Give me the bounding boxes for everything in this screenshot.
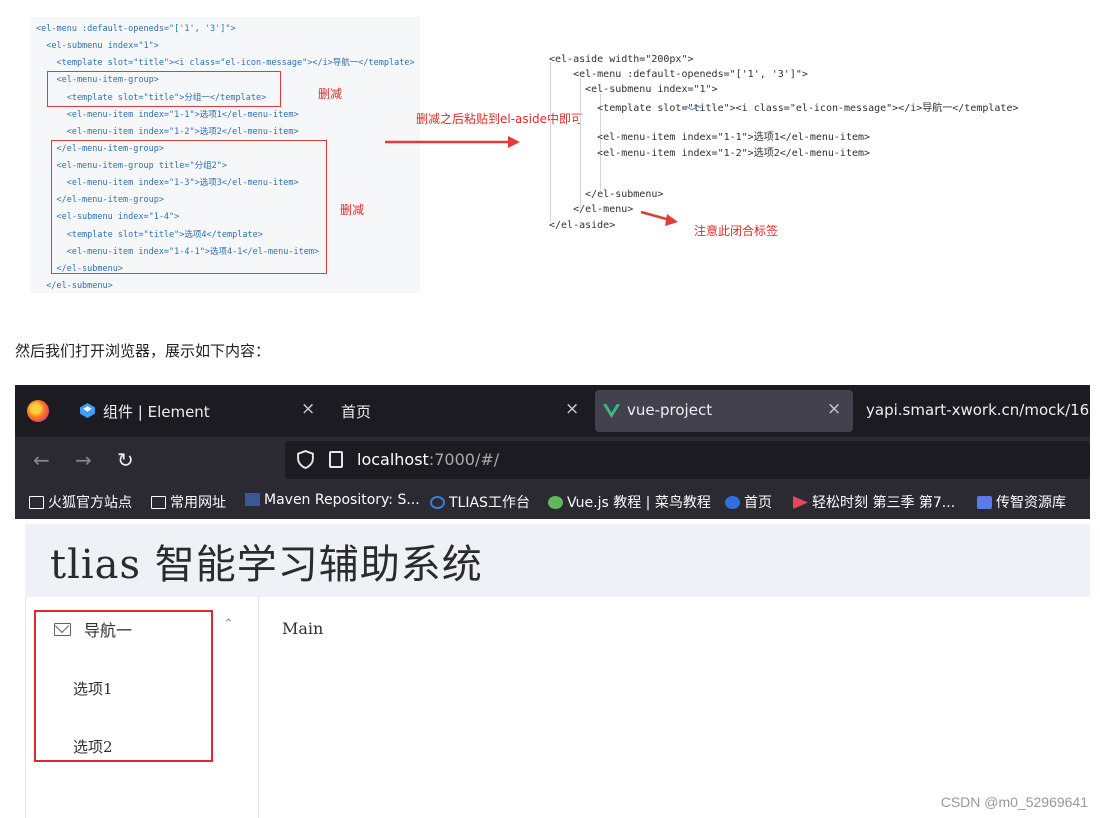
bookmark-maven[interactable]: Maven Repository: S... — [245, 492, 420, 508]
close-icon[interactable]: × — [565, 399, 579, 419]
code-line: <template slot="title"><i class="el-icon… — [36, 58, 415, 68]
watermark: CSDN @m0_52969641 — [940, 794, 1088, 810]
tlias-icon — [430, 496, 445, 509]
code-line: <el-submenu index="1"> — [549, 84, 718, 95]
close-icon[interactable]: × — [301, 399, 315, 419]
bookmark-video[interactable]: 轻松时刻 第三季 第7... — [793, 492, 955, 512]
url-path: :7000/#/ — [428, 450, 500, 469]
bookmark-label: 常用网址 — [170, 495, 226, 511]
delete-highlight-box — [51, 140, 327, 274]
firefox-logo-icon[interactable] — [27, 400, 49, 422]
bookmark-label: 首页 — [744, 495, 772, 511]
code-line: </el-submenu> — [36, 281, 113, 291]
el-main: Main — [282, 619, 324, 638]
bookmark-label: TLIAS工作台 — [449, 495, 530, 511]
tab-vue-project[interactable]: vue-project × — [595, 390, 853, 432]
page-icon — [329, 451, 343, 468]
video-icon — [793, 496, 808, 509]
tab-label: 首页 — [341, 403, 372, 421]
baidu-icon — [725, 496, 740, 509]
code-line: </el-menu> — [549, 204, 634, 215]
bookmark-label: 轻松时刻 第三季 第7... — [812, 495, 956, 511]
bookmark-label: 传智资源库 — [996, 495, 1066, 511]
close-tag-note: 注意此闭合标签 — [694, 224, 779, 238]
code-line: <el-aside width="200px"> — [549, 54, 694, 65]
bookmark-itheima[interactable]: 传智资源库 — [977, 492, 1066, 512]
shield-icon[interactable] — [297, 450, 314, 469]
bookmark-runoob[interactable]: Vue.js 教程 | 菜鸟教程 — [548, 492, 711, 512]
code-line: <el-menu :default-openeds="['1', '3']"> — [36, 24, 236, 34]
tab-yapi[interactable]: yapi.smart-xwork.cn/mock/1693 — [860, 390, 1090, 432]
code-line: <template slot="title"><i class="el-icon… — [549, 103, 1019, 114]
folder-icon — [151, 496, 166, 509]
code-line: <el-menu-item index="1-2">选项2</el-menu-i… — [549, 148, 871, 159]
delete-highlight-box — [47, 71, 281, 107]
element-logo-icon — [80, 403, 95, 418]
chevron-up-icon[interactable]: ⌃ — [223, 617, 234, 632]
runoob-icon — [548, 496, 563, 509]
navigation-bar: ← → ↻ localhost:7000/#/ — [15, 437, 1090, 484]
code-line: <el-menu-item index="1-2">选项2</el-menu-i… — [36, 127, 299, 137]
tab-element[interactable]: 组件 | Element × — [71, 390, 331, 432]
el-header: tlias 智能学习辅助系统 — [25, 524, 1090, 597]
bookmark-label: Maven Repository: S... — [264, 492, 420, 508]
bookmark-label: Vue.js 教程 | 菜鸟教程 — [567, 495, 711, 511]
tab-label: 组件 | Element — [103, 403, 210, 421]
code-line: <el-menu :default-openeds="['1', '3']"> — [549, 69, 808, 80]
forward-arrow-icon[interactable]: → — [75, 448, 92, 472]
tab-label: vue-project — [627, 401, 713, 419]
reload-icon[interactable]: ↻ — [117, 448, 134, 472]
code-line: </el-submenu> — [549, 189, 664, 200]
menu-highlight-box — [34, 610, 213, 762]
el-aside: 导航一 ⌃ 选项1 选项2 — [25, 597, 259, 818]
folder-icon — [29, 496, 44, 509]
delete-note: 删减 — [340, 203, 365, 217]
maven-icon — [245, 493, 260, 506]
code-line: <el-submenu index="1"> — [36, 41, 159, 51]
tab-label: yapi.smart-xwork.cn/mock/1693 — [866, 401, 1090, 419]
close-icon[interactable]: × — [827, 399, 841, 419]
tab-bar: 组件 | Element × 首页 × vue-project × yapi.s… — [15, 385, 1090, 437]
url-host: localhost — [357, 450, 429, 469]
page-title: tlias 智能学习辅助系统 — [50, 542, 483, 588]
page-content: tlias 智能学习辅助系统 导航一 ⌃ 选项1 选项2 Main — [25, 519, 1090, 818]
code-line: </el-aside> — [549, 220, 616, 231]
vue-logo-icon — [603, 404, 620, 418]
browser-window: 组件 | Element × 首页 × vue-project × yapi.s… — [15, 385, 1090, 818]
bookmark-tlias[interactable]: TLIAS工作台 — [430, 492, 530, 512]
tab-home[interactable]: 首页 × — [333, 390, 595, 432]
bookmark-folder-firefox[interactable]: 火狐官方站点 — [29, 492, 132, 512]
address-bar[interactable]: localhost:7000/#/ — [285, 441, 1090, 479]
code-snippet-result: <el-aside width="200px"> <el-menu :defau… — [542, 48, 1082, 244]
database-icon — [977, 496, 992, 509]
url-text[interactable]: localhost:7000/#/ — [357, 450, 499, 469]
code-line: <el-menu-item index="1-1">选项1</el-menu-i… — [36, 110, 299, 120]
bookmark-label: 火狐官方站点 — [48, 495, 132, 511]
bookmark-folder-common[interactable]: 常用网址 — [151, 492, 226, 512]
bookmarks-toolbar: 火狐官方站点 常用网址 Maven Repository: S... TLIAS… — [15, 484, 1090, 519]
back-arrow-icon[interactable]: ← — [33, 448, 50, 472]
code-line: <el-menu-item index="1-1">选项1</el-menu-i… — [549, 132, 871, 143]
delete-note: 删减 — [318, 87, 343, 101]
article-paragraph: 然后我们打开浏览器，展示如下内容： — [15, 342, 271, 360]
bookmark-home[interactable]: 首页 — [725, 492, 772, 512]
